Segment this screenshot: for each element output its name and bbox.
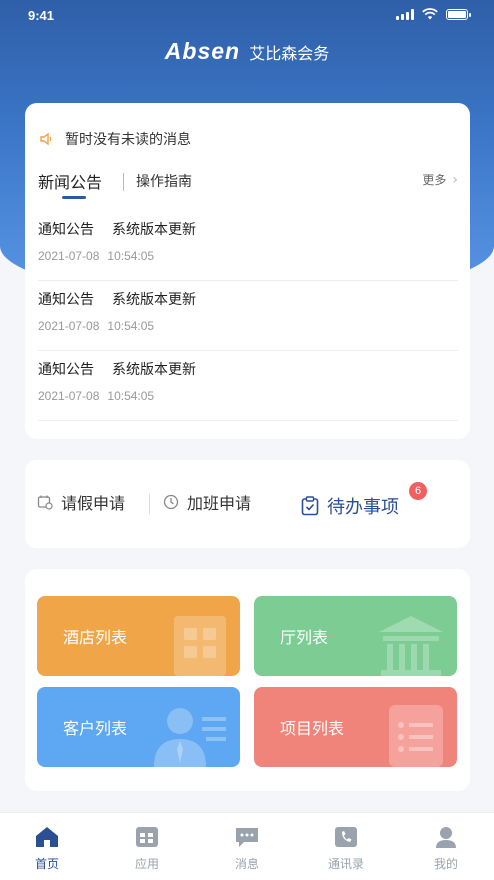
- tab-mine-label: 我的: [433, 857, 458, 871]
- status-time: 9:41: [28, 8, 55, 23]
- news-item[interactable]: 通知公告 系统版本更新 2021-07-08 10:54:05: [38, 211, 458, 281]
- tab-guide[interactable]: 操作指南: [136, 171, 192, 191]
- tab-messages[interactable]: 消息: [212, 825, 282, 872]
- news-card: 暂时没有未读的消息 新闻公告 操作指南 更多 › 通知公告 系统版本更新 2021…: [25, 103, 470, 439]
- tab-apps[interactable]: 应用: [112, 825, 182, 872]
- notice-text: 暂时没有未读的消息: [65, 132, 191, 148]
- tab-contacts-label: 通讯录: [327, 857, 364, 871]
- tab-mine[interactable]: 我的: [411, 825, 481, 872]
- calendar-icon: [37, 495, 53, 510]
- user-icon: [436, 827, 456, 848]
- news-category: 通知公告: [38, 292, 94, 308]
- leave-request-label: 请假申请: [61, 494, 126, 513]
- person-card-icon: [154, 708, 226, 767]
- customer-list-tile[interactable]: 客户列表: [37, 687, 240, 767]
- news-tabs: 新闻公告 操作指南 更多 ›: [38, 169, 458, 199]
- news-time: 10:54:05: [107, 249, 155, 263]
- overtime-request-label: 加班申请: [187, 494, 252, 513]
- brand: Absen 艾比森会务: [0, 38, 494, 65]
- news-timestamp: 2021-07-08 10:54:05: [38, 319, 162, 333]
- hotel-list-tile[interactable]: 酒店列表: [37, 596, 240, 676]
- tab-contacts[interactable]: 通讯录: [311, 825, 381, 872]
- tab-apps-label: 应用: [134, 857, 159, 871]
- news-title: 通知公告 系统版本更新: [38, 359, 214, 379]
- bottom-tab-bar: 首页 应用 消息 通讯录 我的: [0, 812, 494, 880]
- tab-home[interactable]: 首页: [12, 825, 82, 872]
- news-timestamp: 2021-07-08 10:54:05: [38, 389, 162, 403]
- news-headline: 系统版本更新: [112, 362, 196, 378]
- news-date: 2021-07-08: [38, 389, 100, 403]
- clock-icon: [163, 494, 179, 510]
- pavilion-icon: [379, 616, 443, 676]
- overtime-request-button[interactable]: 加班申请: [163, 490, 251, 514]
- news-headline: 系统版本更新: [112, 292, 196, 308]
- news-timestamp: 2021-07-08 10:54:05: [38, 249, 162, 263]
- news-category: 通知公告: [38, 362, 94, 378]
- wifi-icon: [422, 8, 438, 20]
- news-category: 通知公告: [38, 222, 94, 238]
- tab-divider: [123, 173, 124, 191]
- speaker-icon: [40, 132, 52, 146]
- news-headline: 系统版本更新: [112, 222, 196, 238]
- tab-news[interactable]: 新闻公告: [38, 169, 102, 193]
- more-label: 更多: [422, 173, 447, 187]
- chevron-right-icon: ›: [452, 171, 458, 188]
- feature-grid: 酒店列表 厅列表 客户列表 项目列表: [25, 569, 470, 791]
- news-time: 10:54:05: [107, 389, 155, 403]
- apps-icon: [136, 827, 158, 847]
- phone-icon: [335, 827, 357, 847]
- news-item[interactable]: 通知公告 系统版本更新 2021-07-08 10:54:05: [38, 281, 458, 351]
- status-icons: [396, 8, 471, 20]
- building-icon: [174, 616, 226, 676]
- hall-list-tile[interactable]: 厅列表: [254, 596, 457, 676]
- project-list-tile[interactable]: 项目列表: [254, 687, 457, 767]
- brand-name: 艾比森会务: [249, 44, 330, 63]
- hall-list-label: 厅列表: [280, 628, 329, 647]
- tab-messages-label: 消息: [234, 857, 259, 871]
- action-divider: [149, 494, 150, 514]
- news-item[interactable]: 通知公告 系统版本更新 2021-07-08 10:54:05: [38, 351, 458, 421]
- notice-bar[interactable]: 暂时没有未读的消息: [39, 129, 191, 149]
- status-bar: 9:41: [0, 0, 494, 30]
- tab-home-label: 首页: [34, 857, 59, 871]
- brand-logo: Absen: [164, 38, 241, 64]
- more-link[interactable]: 更多 ›: [422, 171, 458, 188]
- project-list-label: 项目列表: [280, 719, 345, 738]
- news-title: 通知公告 系统版本更新: [38, 219, 214, 239]
- news-date: 2021-07-08: [38, 249, 100, 263]
- chat-icon: [236, 828, 258, 847]
- todo-button[interactable]: 待办事项: [301, 493, 399, 519]
- leave-request-button[interactable]: 请假申请: [37, 490, 125, 514]
- news-list: 通知公告 系统版本更新 2021-07-08 10:54:05 通知公告 系统版本更新…: [38, 211, 458, 421]
- signal-icon: [396, 8, 414, 20]
- todo-label: 待办事项: [327, 497, 399, 518]
- news-date: 2021-07-08: [38, 319, 100, 333]
- news-title: 通知公告 系统版本更新: [38, 289, 214, 309]
- news-time: 10:54:05: [107, 319, 155, 333]
- tab-active-indicator: [62, 196, 86, 199]
- document-list-icon: [389, 705, 443, 767]
- hotel-list-label: 酒店列表: [63, 628, 128, 647]
- clipboard-check-icon: [301, 496, 319, 516]
- quick-actions-card: 请假申请 加班申请 待办事项 6: [25, 460, 470, 548]
- battery-icon: [446, 8, 471, 20]
- todo-count-badge: 6: [409, 482, 427, 500]
- customer-list-label: 客户列表: [63, 719, 128, 738]
- home-icon: [36, 827, 58, 847]
